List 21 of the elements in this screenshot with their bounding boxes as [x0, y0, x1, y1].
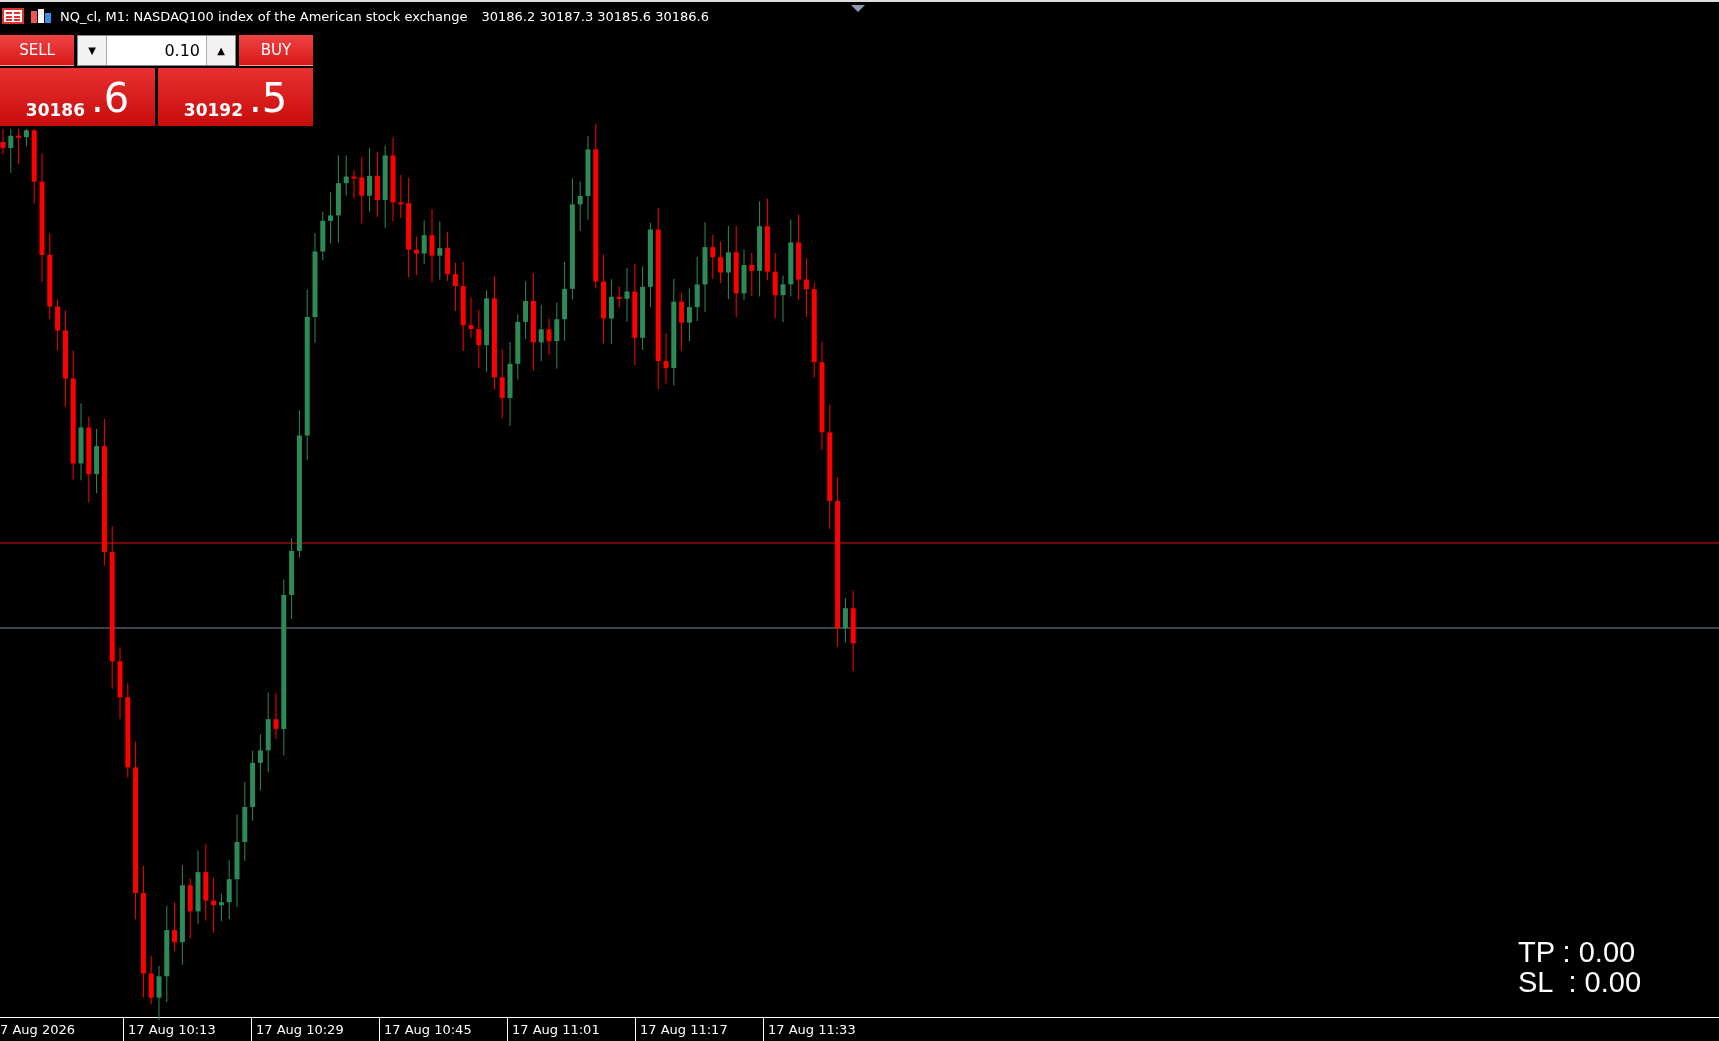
ohlc-quote: 30186.2 30187.3 30185.6 30186.6 — [481, 8, 709, 24]
bar-chart-icon[interactable] — [30, 8, 52, 24]
buy-price-button[interactable]: 30192.5 — [158, 68, 313, 126]
sell-price-button[interactable]: 30186.6 — [0, 68, 155, 126]
increase-button[interactable]: ▲ — [207, 36, 235, 65]
sell-button[interactable]: SELL — [0, 35, 74, 66]
time-label: 17 Aug 11:33 — [763, 1018, 891, 1041]
time-label: 17 Aug 11:17 — [635, 1018, 763, 1041]
volume-field[interactable]: ▼ 0.10 ▲ — [77, 35, 236, 66]
time-label: 7 Aug 2026 — [0, 1021, 76, 1039]
decrease-button[interactable]: ▼ — [78, 36, 106, 65]
chart-title: NQ_cl, M1: NASDAQ100 index of the American stock exchange — [60, 8, 468, 24]
time-label: 17 Aug 11:01 — [507, 1018, 635, 1041]
grid-icon[interactable] — [2, 8, 24, 24]
shift-marker-icon[interactable] — [851, 5, 865, 12]
time-label: 17 Aug 10:45 — [379, 1018, 507, 1041]
level-label: SL : 0.00 — [1518, 967, 1642, 997]
time-label: 17 Aug 10:29 — [251, 1018, 379, 1041]
time-label: 17 Aug 10:13 — [123, 1018, 251, 1041]
level-label: TP : 0.00 — [1518, 937, 1637, 967]
buy-button[interactable]: BUY — [239, 35, 313, 66]
